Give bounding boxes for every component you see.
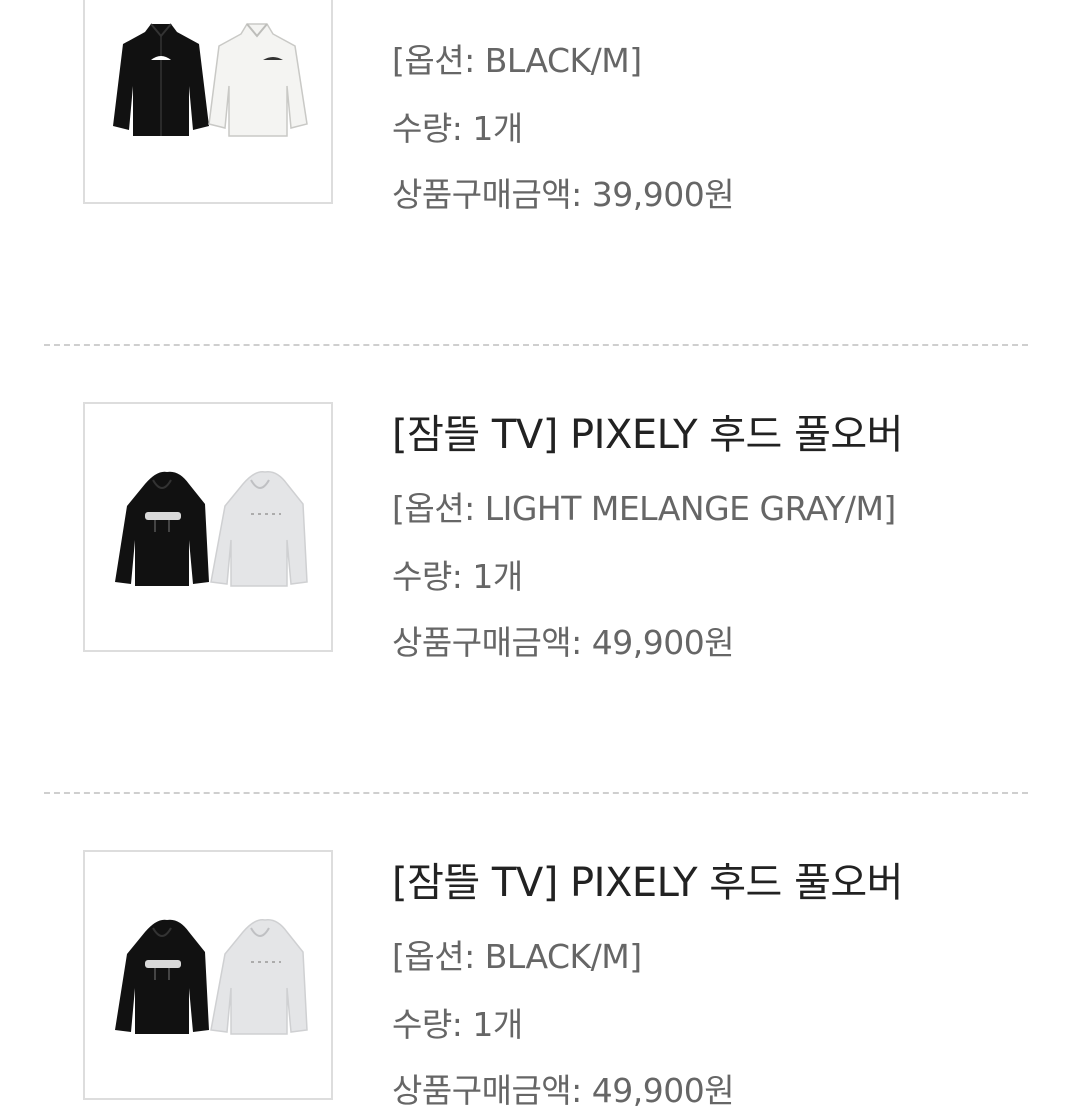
option-text: [옵션: BLACK/M] [392, 41, 642, 80]
quantity-text: 수량: 1개 [392, 557, 523, 596]
divider [44, 792, 1028, 794]
price-text: 상품구매금액: 49,900원 [392, 1071, 735, 1110]
product-title[interactable]: [잠뜰 TV] PIXELY 후드 풀오버 [392, 850, 903, 908]
product-thumbnail[interactable] [83, 402, 333, 652]
product-title[interactable]: [잠뜰 TV] PIXELY 후드 풀오버 [392, 402, 903, 460]
jacket-pair-icon [113, 23, 308, 137]
option-text: [옵션: BLACK/M] [392, 937, 642, 976]
option-text: [옵션: LIGHT MELANGE GRAY/M] [392, 489, 896, 528]
product-thumbnail[interactable] [83, 850, 333, 1100]
product-thumbnail[interactable] [83, 0, 333, 204]
quantity-text: 수량: 1개 [392, 109, 523, 148]
hoodie-pair-icon [115, 919, 308, 1035]
divider [44, 344, 1028, 346]
quantity-text: 수량: 1개 [392, 1005, 523, 1044]
price-text: 상품구매금액: 39,900원 [392, 175, 735, 214]
price-text: 상품구매금액: 49,900원 [392, 623, 735, 662]
hoodie-pair-icon [115, 471, 308, 587]
